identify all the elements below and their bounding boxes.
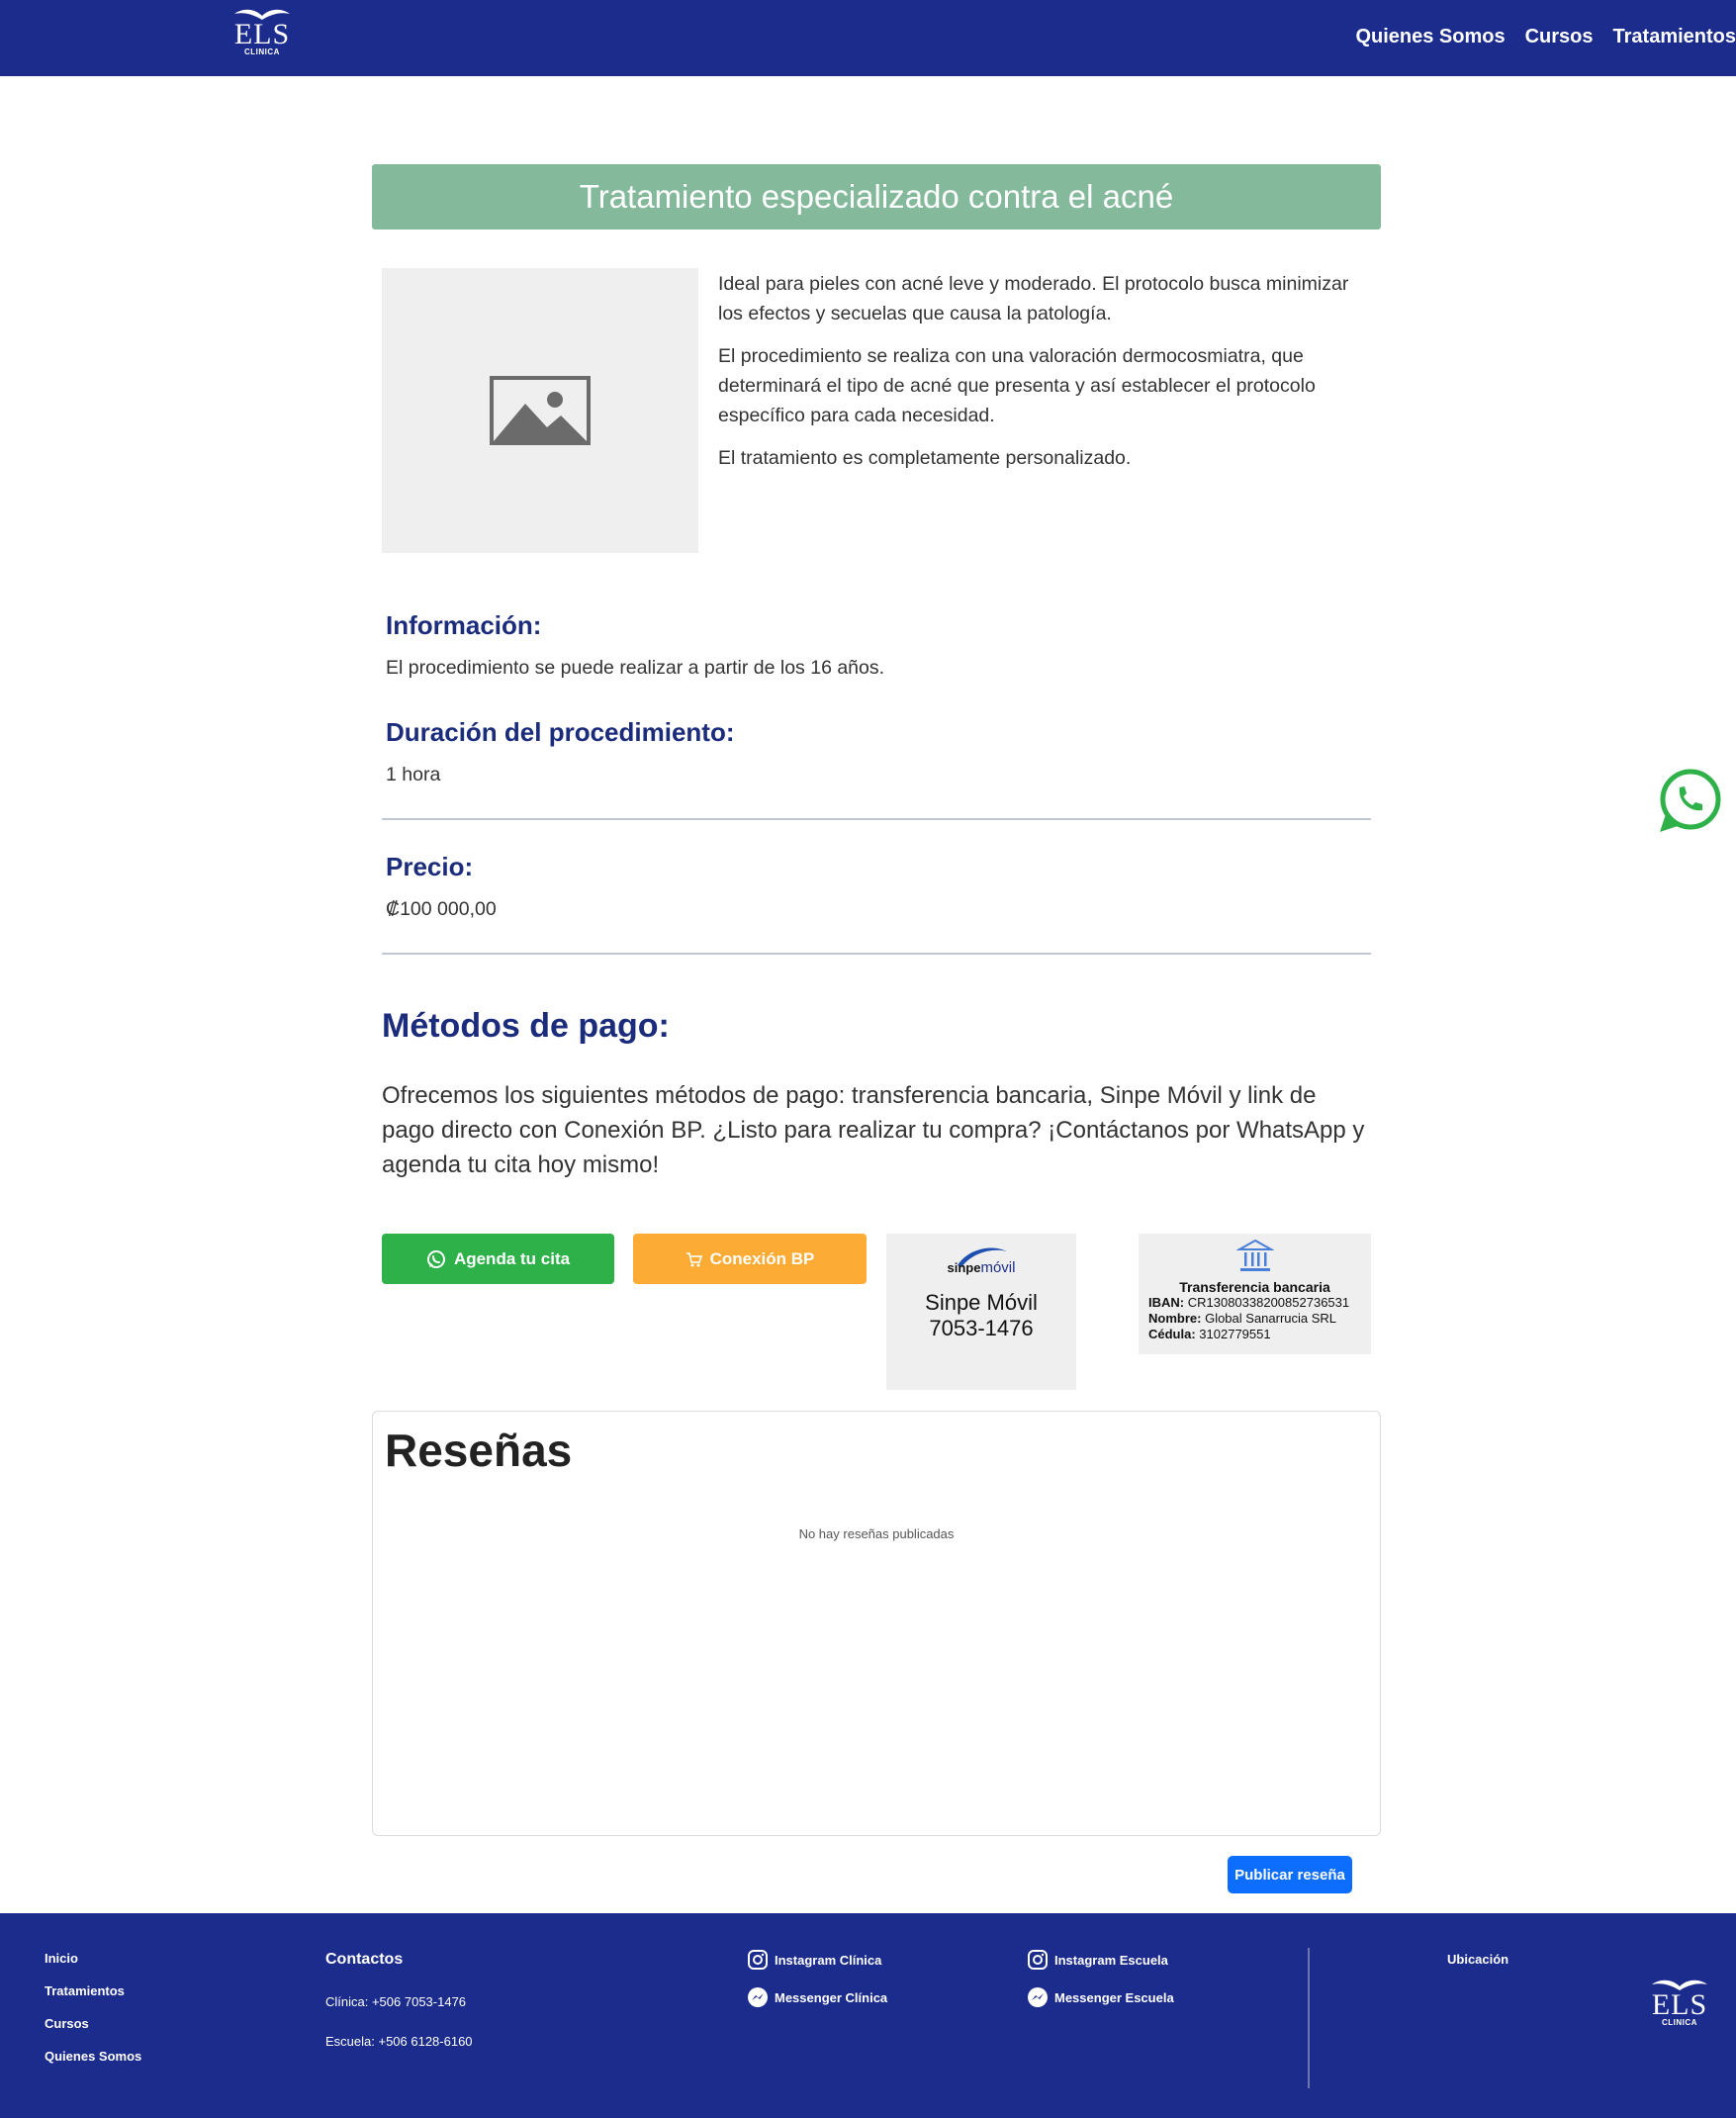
- instagram-clinic-link[interactable]: Instagram Clínica: [747, 1949, 881, 1971]
- sinpe-label: Sinpe Móvil: [925, 1290, 1038, 1315]
- cart-icon: [685, 1251, 702, 1266]
- conexion-bp-button[interactable]: Conexión BP: [633, 1234, 867, 1284]
- publish-review-button[interactable]: Publicar reseña: [1228, 1856, 1352, 1893]
- description-paragraph: El procedimiento se realiza con una valo…: [718, 345, 1316, 426]
- divider: [382, 953, 1371, 955]
- description-paragraph: Ideal para pieles con acné leve y modera…: [718, 273, 1349, 324]
- messenger-icon: [748, 1987, 768, 2007]
- footer-contact-school: Escuela: +506 6128-6160: [325, 2034, 473, 2049]
- bank-transfer-card: Transferencia bancaria IBAN: CR130803382…: [1139, 1234, 1371, 1354]
- footer-contact-clinic: Clínica: +506 7053-1476: [325, 1994, 467, 2009]
- bank-title: Transferencia bancaria: [1179, 1279, 1330, 1295]
- treatment-description: Ideal para pieles con acné leve y modera…: [718, 269, 1361, 486]
- clinic-logo[interactable]: ELS CLINICA: [232, 6, 292, 56]
- footer-divider: [1308, 1948, 1310, 2088]
- nav-tratamientos[interactable]: Tratamientos: [1613, 26, 1736, 48]
- description-paragraph: El tratamiento es completamente personal…: [718, 447, 1132, 469]
- reviews-panel: Reseñas No hay reseñas publicadas: [372, 1411, 1381, 1836]
- bank-id: Cédula: 3102779551: [1148, 1327, 1271, 1341]
- main-nav: Quienes Somos Cursos Tratamientos: [1355, 26, 1736, 48]
- sinpe-logo: sinpemóvil: [886, 1245, 1076, 1276]
- duration-heading: Duración del procedimiento:: [386, 717, 735, 747]
- instagram-icon: [748, 1950, 768, 1970]
- instagram-icon: [1028, 1950, 1048, 1970]
- footer-link-quienes-somos[interactable]: Quienes Somos: [45, 2049, 141, 2064]
- whatsapp-icon: [426, 1249, 445, 1268]
- bank-name: Nombre: Global Sanarrucia SRL: [1148, 1311, 1337, 1326]
- nav-quienes-somos[interactable]: Quienes Somos: [1355, 26, 1505, 48]
- whatsapp-float-icon[interactable]: [1656, 767, 1723, 834]
- reviews-empty-text: No hay reseñas publicadas: [798, 1526, 955, 1541]
- info-text: El procedimiento se puede realizar a par…: [386, 657, 885, 679]
- divider: [382, 818, 1371, 820]
- footer: Inicio Tratamientos Cursos Quienes Somos…: [0, 1913, 1736, 2118]
- footer-link-inicio[interactable]: Inicio: [45, 1951, 78, 1966]
- top-navbar: ELS CLINICA Quienes Somos Cursos Tratami…: [0, 0, 1736, 76]
- messenger-clinic-link[interactable]: Messenger Clínica: [747, 1986, 887, 2008]
- instagram-school-link[interactable]: Instagram Escuela: [1027, 1949, 1168, 1971]
- bank-icon: [1235, 1239, 1274, 1271]
- schedule-whatsapp-button[interactable]: Agenda tu cita: [382, 1234, 614, 1284]
- price-heading: Precio:: [386, 852, 474, 881]
- payment-heading: Métodos de pago:: [382, 1007, 670, 1045]
- sinpe-movil-card: sinpemóvil Sinpe Móvil 7053-1476: [886, 1234, 1076, 1390]
- footer-link-cursos[interactable]: Cursos: [45, 2016, 89, 2031]
- price-text: ₡100 000,00: [386, 898, 497, 920]
- nav-cursos[interactable]: Cursos: [1525, 26, 1594, 48]
- footer-contacts-heading: Contactos: [325, 1951, 404, 1968]
- messenger-school-link[interactable]: Messenger Escuela: [1027, 1986, 1174, 2008]
- sinpe-number: 7053-1476: [929, 1316, 1034, 1340]
- reviews-heading: Reseñas: [385, 1425, 573, 1476]
- messenger-icon: [1028, 1987, 1048, 2007]
- image-placeholder-icon: [490, 376, 591, 445]
- info-heading: Información:: [386, 610, 542, 640]
- footer-link-tratamientos[interactable]: Tratamientos: [45, 1983, 125, 1998]
- treatment-image: [382, 268, 698, 553]
- footer-location-label: Ubicación: [1447, 1952, 1509, 1967]
- bank-iban: IBAN: CR13080338200852736531: [1148, 1295, 1350, 1310]
- payment-text: Ofrecemos los siguientes métodos de pago…: [382, 1082, 1365, 1178]
- treatment-title: Tratamiento especializado contra el acné: [372, 164, 1381, 230]
- footer-logo: ELS CLINICA: [1650, 1977, 1709, 2027]
- duration-text: 1 hora: [386, 764, 441, 785]
